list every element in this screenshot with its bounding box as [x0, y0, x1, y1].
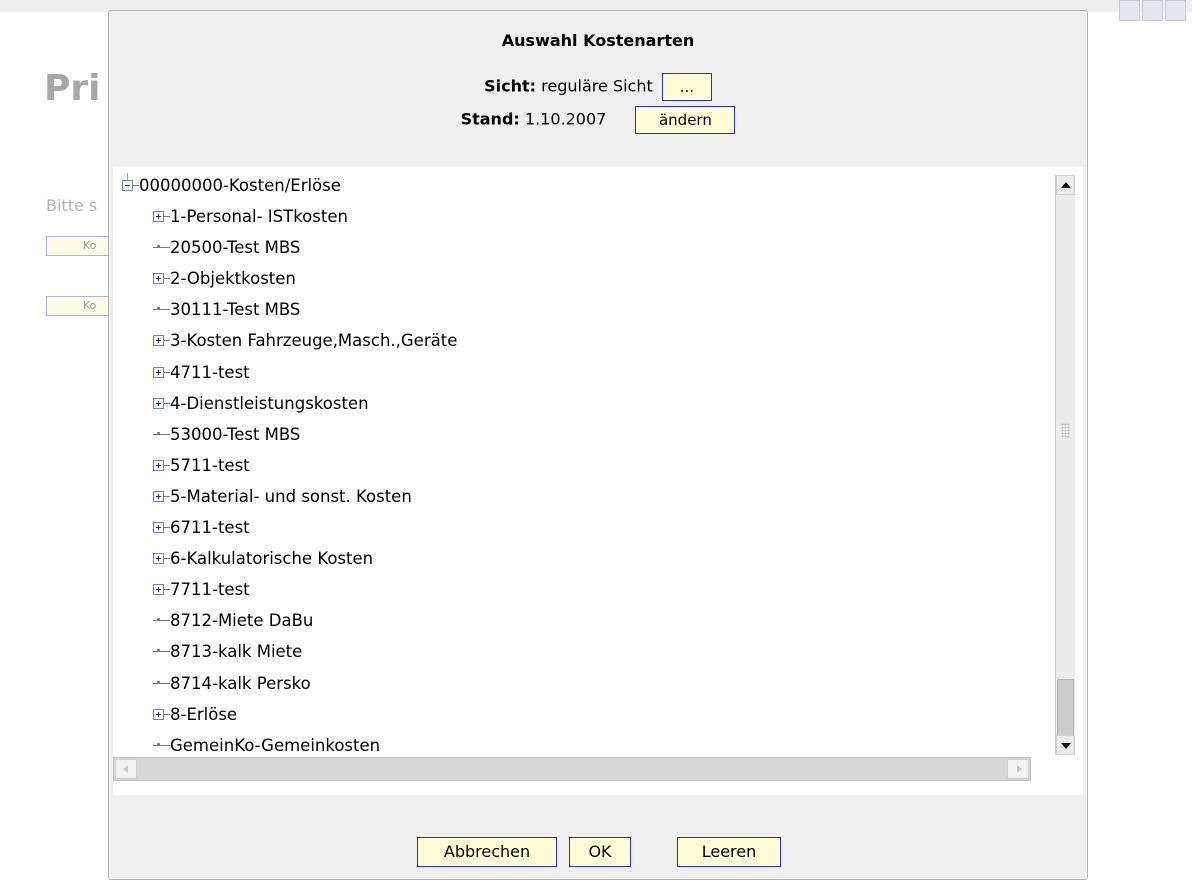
plus-box-icon[interactable]: [150, 699, 170, 730]
view-value: reguläre Sicht: [541, 76, 653, 96]
date-label: Stand:: [460, 109, 520, 129]
tree-node-label: 8714-kalk Persko: [170, 673, 311, 693]
minus-box-icon[interactable]: [119, 170, 139, 201]
tree-leaf-connector-icon: [150, 730, 170, 755]
date-row: Stand: 1.10.2007 ändern: [109, 106, 1087, 134]
plus-box-icon[interactable]: [150, 543, 170, 574]
tree-node-label: 3-Kosten Fahrzeuge,Masch.,Geräte: [170, 331, 458, 351]
tree-leaf-connector-icon: [150, 419, 170, 450]
plus-box-icon[interactable]: [150, 512, 170, 543]
tree-leaf-connector-icon: [150, 668, 170, 699]
scroll-right-arrow-icon[interactable]: [1007, 759, 1029, 779]
tree-node-label: 00000000-Kosten/Erlöse: [139, 176, 341, 195]
tree-node-label: 1-Personal- ISTkosten: [170, 207, 348, 226]
tree-leaf-connector-icon: [150, 232, 170, 263]
cancel-button[interactable]: Abbrechen: [417, 837, 557, 867]
background-page-title: Pri: [44, 68, 101, 109]
clear-button[interactable]: Leeren: [677, 837, 781, 867]
tree-node-label: 8713-kalk Miete: [170, 642, 303, 662]
tree-node-label: 6711-test: [170, 518, 250, 537]
scrollbar-grip: [1061, 423, 1070, 439]
tree-node-label: 8-Erlöse: [170, 704, 238, 724]
plus-box-icon[interactable]: [150, 357, 170, 388]
tree-node-label: 5711-test: [170, 455, 250, 475]
cost-type-selection-dialog: Auswahl Kostenarten Sicht: reguläre Sich…: [108, 10, 1088, 880]
tree-node-label: 7711-test: [170, 580, 250, 600]
choose-view-button[interactable]: ...: [661, 73, 712, 101]
vertical-scrollbar[interactable]: [1055, 175, 1075, 755]
tree-node-label: 5-Material- und sonst. Kosten: [170, 486, 412, 506]
view-row: Sicht: reguläre Sicht ...: [109, 73, 1087, 101]
plus-box-icon[interactable]: [150, 450, 170, 481]
tree-leaf-connector-icon: [150, 636, 170, 667]
cost-type-tree: 00000000-Kosten/Erlöse 1-Personal- ISTko…: [113, 167, 1053, 755]
change-date-button[interactable]: ändern: [635, 106, 736, 134]
tree-node-label: 4-Dienstleistungskosten: [170, 393, 369, 413]
background-hint-text: Bitte s: [46, 196, 98, 215]
plus-box-icon[interactable]: [150, 325, 170, 356]
tree-node-label: 4711-test: [170, 362, 250, 382]
tree-leaf-connector-icon: [150, 605, 170, 636]
plus-box-icon[interactable]: [150, 481, 170, 512]
view-label: Sicht:: [484, 76, 537, 96]
dialog-footer: Abbrechen OK Leeren: [109, 837, 1089, 867]
tree-node-label: 30111-Test MBS: [170, 300, 301, 320]
scroll-left-arrow-icon[interactable]: [115, 759, 137, 779]
background-toolbar-icons: [1119, 0, 1186, 22]
dialog-title: Auswahl Kostenarten: [501, 31, 695, 50]
horizontal-scrollbar[interactable]: [113, 757, 1031, 781]
tree-node-label: 53000-Test MBS: [170, 424, 301, 444]
plus-box-icon[interactable]: [150, 201, 170, 232]
tree-leaf-connector-icon: [150, 294, 170, 325]
tree-node-label: 8712-Miete DaBu: [170, 611, 314, 631]
toolbar-icon[interactable]: [1119, 0, 1140, 21]
tree-node-label: GemeinKo-Gemeinkosten: [170, 735, 381, 755]
scroll-up-arrow-icon[interactable]: [1056, 175, 1075, 195]
scrollbar-thumb[interactable]: [1057, 679, 1074, 743]
ok-button[interactable]: OK: [569, 837, 631, 867]
info-icon[interactable]: [1165, 0, 1186, 21]
plus-box-icon[interactable]: [150, 388, 170, 419]
plus-box-icon[interactable]: [150, 263, 170, 294]
cost-type-tree-panel: 00000000-Kosten/Erlöse 1-Personal- ISTko…: [113, 167, 1083, 795]
tree-node-label: 20500-Test MBS: [170, 238, 301, 258]
date-value: 1.10.2007: [524, 109, 607, 129]
tree-node-label: 2-Objektkosten: [170, 269, 296, 289]
plus-box-icon[interactable]: [150, 574, 170, 605]
scroll-down-arrow-icon[interactable]: [1056, 735, 1075, 755]
tree-node-label: 6-Kalkulatorische Kosten: [170, 549, 374, 569]
help-icon[interactable]: [1142, 0, 1163, 21]
